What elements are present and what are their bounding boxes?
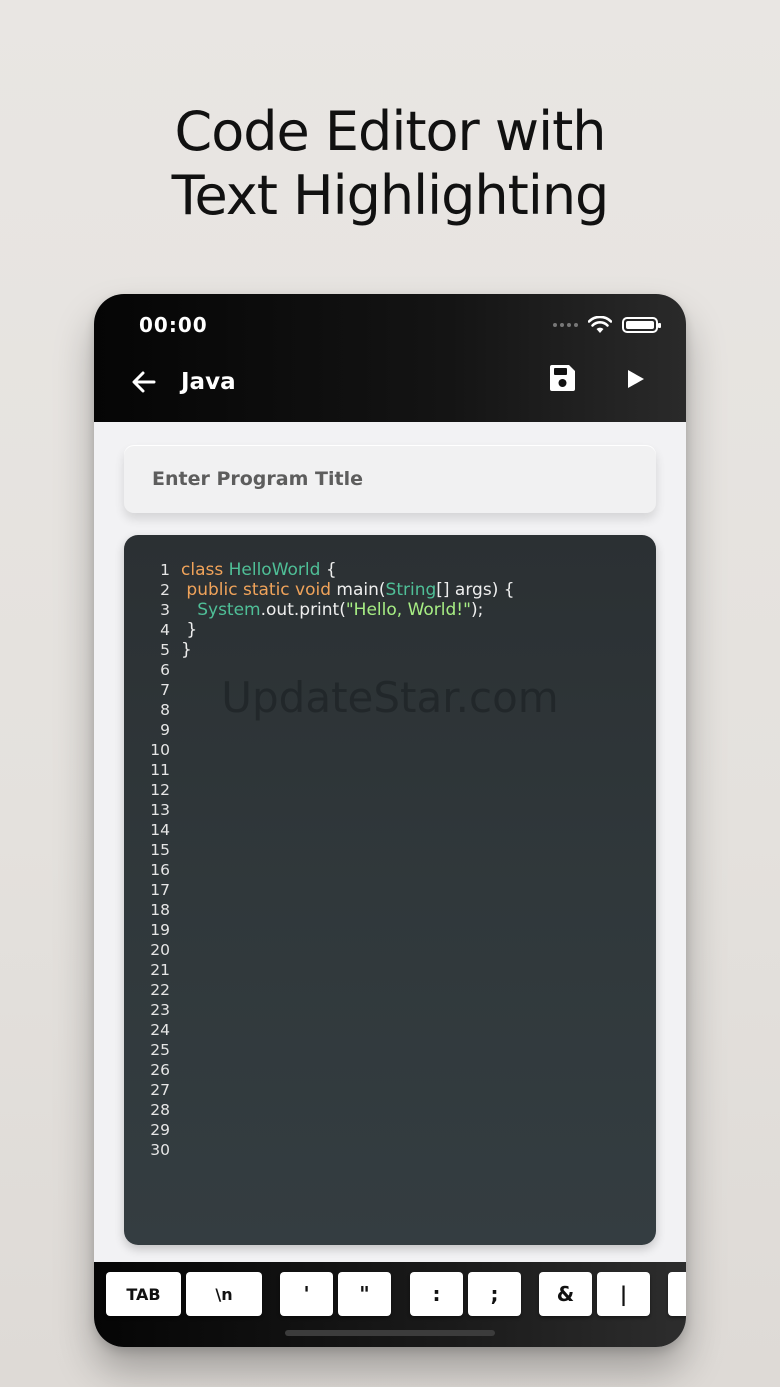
code-token: { <box>320 560 337 580</box>
line-number: 3 <box>160 601 170 619</box>
battery-icon <box>622 317 661 333</box>
line-number: 14 <box>150 821 170 839</box>
line-number: 21 <box>150 961 170 979</box>
status-time: 00:00 <box>139 313 208 337</box>
line-number: 29 <box>150 1121 170 1139</box>
headline-line-2: Text Highlighting <box>171 164 610 227</box>
watermark: UpdateStar.com <box>221 673 559 722</box>
line-number: 20 <box>150 941 170 959</box>
headline: Code Editor with Text Highlighting <box>0 100 780 228</box>
code-token: class <box>181 560 229 580</box>
line-number: 25 <box>150 1041 170 1059</box>
line-number: 5 <box>160 641 170 659</box>
code-editor[interactable]: UpdateStar.com 1 2 3 4 5 6 7 8 9 10 11 12 13 14 15 16 17… <box>124 535 656 1245</box>
status-icons <box>553 316 661 334</box>
line-number: 8 <box>160 701 170 719</box>
key-more[interactable] <box>668 1272 686 1316</box>
code-content[interactable]: class HelloWorld { public static void ma… <box>181 560 641 660</box>
program-title-field <box>124 445 656 513</box>
key-semicolon[interactable]: ; <box>468 1272 521 1316</box>
line-number: 15 <box>150 841 170 859</box>
code-token: } <box>181 620 198 640</box>
key-double-quote[interactable]: " <box>338 1272 391 1316</box>
home-indicator <box>285 1330 495 1336</box>
line-number: 23 <box>150 1001 170 1019</box>
code-token: main( <box>336 580 386 600</box>
line-number: 13 <box>150 801 170 819</box>
line-number: 2 <box>160 581 170 599</box>
code-token: .out.print( <box>260 600 346 620</box>
program-title-input[interactable] <box>124 445 656 513</box>
back-arrow-icon[interactable] <box>128 366 160 398</box>
run-play-icon[interactable] <box>622 366 648 392</box>
line-number-gutter: 1 2 3 4 5 6 7 8 9 10 11 12 13 14 15 16 17 18 19 20 21 22 23 24 2… <box>124 560 170 1160</box>
signal-icon <box>553 323 578 327</box>
wifi-icon <box>588 316 612 333</box>
code-token: [] args) { <box>436 580 515 600</box>
line-number: 11 <box>150 761 170 779</box>
line-number: 17 <box>150 881 170 899</box>
line-number: 12 <box>150 781 170 799</box>
line-number: 16 <box>150 861 170 879</box>
code-line: } <box>181 620 641 640</box>
code-line: public static void main(String[] args) { <box>181 580 641 600</box>
code-token: public static void <box>186 580 337 600</box>
phone-frame: 00:00 Java UpdateStar.com 12 3 4 5 6 7 8 9 10 1 <box>94 294 686 1347</box>
page-title: Java <box>181 369 236 395</box>
line-number: 30 <box>150 1141 170 1159</box>
code-line: } <box>181 640 641 660</box>
key-tab[interactable]: TAB <box>106 1272 181 1316</box>
key-single-quote[interactable]: ' <box>280 1272 333 1316</box>
code-token: HelloWorld <box>228 560 321 580</box>
line-number: 24 <box>150 1021 170 1039</box>
code-token: "Hello, World!" <box>345 600 471 620</box>
line-number: 26 <box>150 1061 170 1079</box>
line-number: 4 <box>160 621 170 639</box>
key-colon[interactable]: : <box>410 1272 463 1316</box>
line-number: 28 <box>150 1101 170 1119</box>
line-number: 10 <box>150 741 170 759</box>
symbol-key-bar: TAB \n ' " : ; & | <box>94 1262 686 1347</box>
key-pipe[interactable]: | <box>597 1272 650 1316</box>
save-icon[interactable] <box>546 362 578 394</box>
line-number: 18 <box>150 901 170 919</box>
code-token: ); <box>470 600 484 620</box>
line-number: 9 <box>160 721 170 739</box>
app-bar: 00:00 Java <box>94 294 686 422</box>
code-token: } <box>181 640 192 660</box>
code-line: System.out.print("Hello, World!"); <box>181 600 641 620</box>
key-newline[interactable]: \n <box>186 1272 262 1316</box>
code-token: String <box>385 580 437 600</box>
code-line: class HelloWorld { <box>181 560 641 580</box>
key-ampersand[interactable]: & <box>539 1272 592 1316</box>
line-number: 19 <box>150 921 170 939</box>
code-token: System <box>197 600 261 620</box>
line-number: 27 <box>150 1081 170 1099</box>
line-number: 7 <box>160 681 170 699</box>
headline-line-1: Code Editor with <box>174 100 607 163</box>
line-number: 6 <box>160 661 170 679</box>
line-number: 22 <box>150 981 170 999</box>
line-number: 1 <box>160 561 170 579</box>
